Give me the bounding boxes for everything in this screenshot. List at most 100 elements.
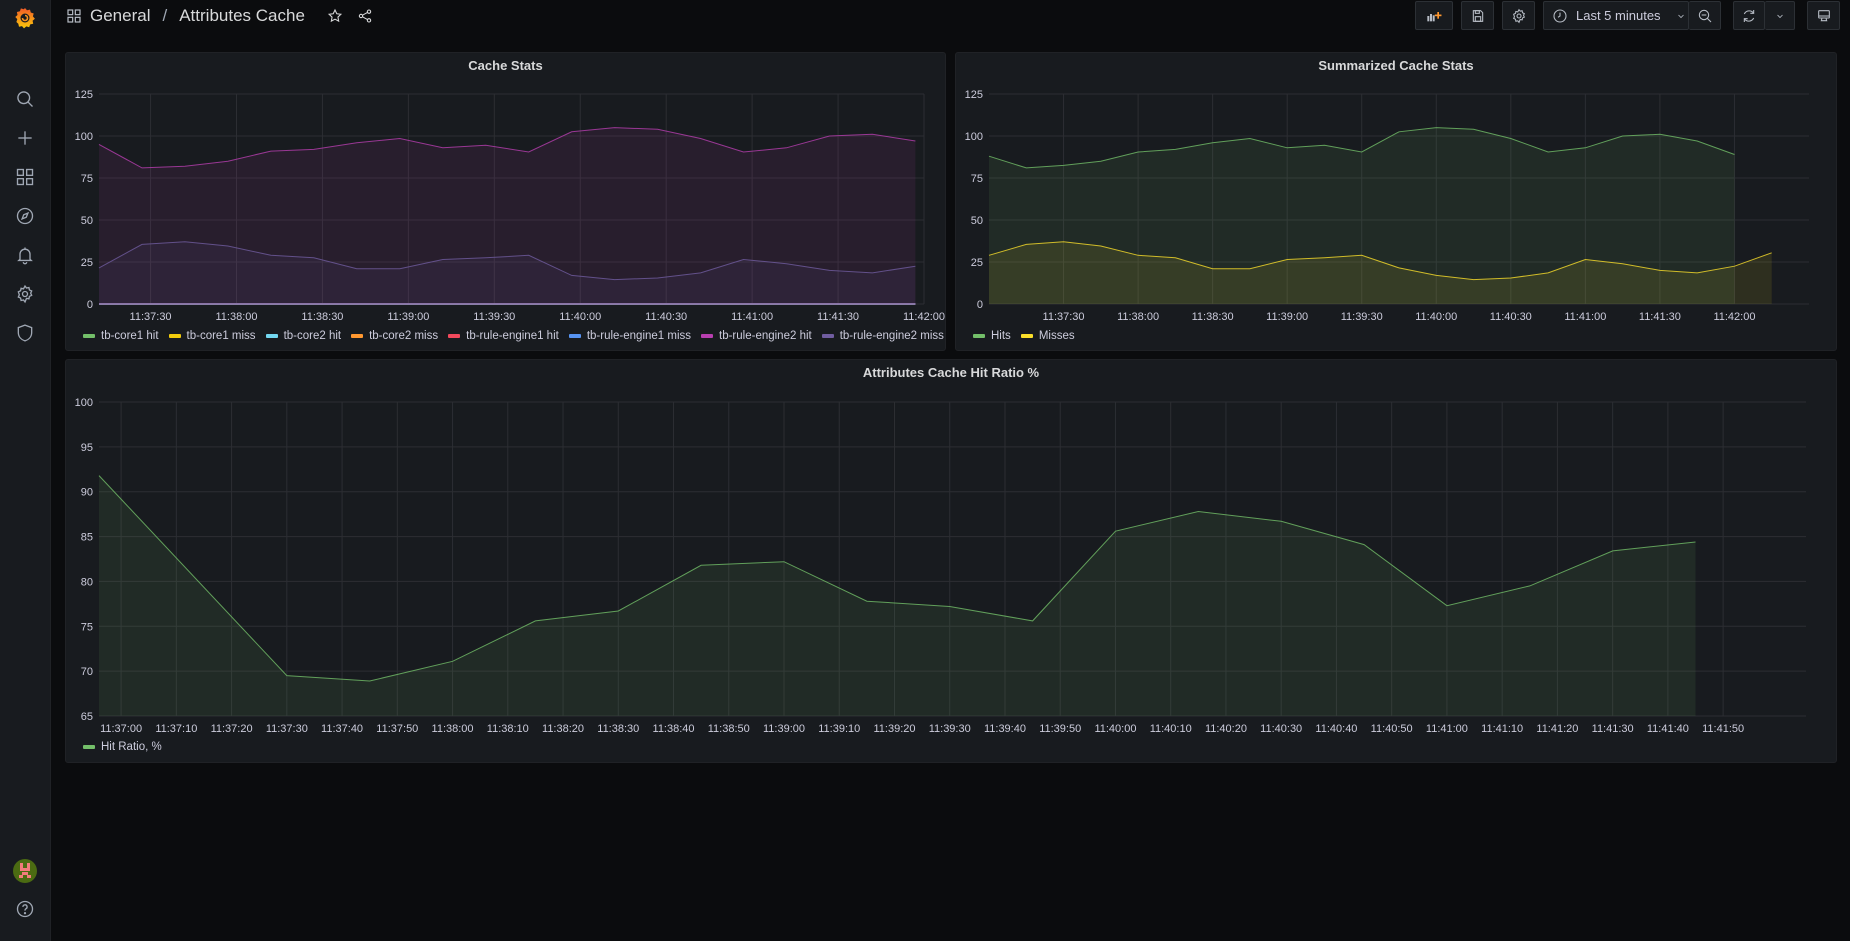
x-tick-label: 11:40:00 — [559, 311, 601, 323]
x-tick-label: 11:39:40 — [984, 723, 1026, 735]
time-picker-group: Last 5 minutes — [1543, 1, 1721, 30]
legend-item[interactable]: tb-rule-engine2 miss — [821, 330, 944, 342]
x-tick-label: 11:39:10 — [818, 723, 860, 735]
add-panel-button[interactable] — [1415, 1, 1453, 30]
x-tick-label: 11:40:00 — [1094, 723, 1136, 735]
x-tick-label: 11:38:00 — [215, 311, 257, 323]
y-tick-label: 100 — [75, 131, 93, 143]
star-icon[interactable] — [327, 8, 343, 24]
legend-swatch — [351, 334, 364, 338]
legend-swatch — [83, 334, 95, 338]
panel-summarized-cache-stats: Summarized Cache Stats 0 25 50 75 100 125 11:3… — [955, 52, 1837, 351]
x-tick-label: 11:37:30 — [130, 311, 172, 323]
top-bar: General / Attributes Cache Last 5 minute… — [52, 0, 1850, 40]
zoom-out-button[interactable] — [1689, 1, 1721, 30]
legend-item[interactable]: tb-rule-engine2 hit — [701, 330, 812, 342]
bell-icon[interactable] — [12, 242, 38, 268]
share-icon[interactable] — [357, 8, 373, 24]
y-tick-label: 25 — [81, 257, 93, 269]
x-tick-label: 11:38:30 — [301, 311, 343, 323]
y-tick-label: 65 — [81, 711, 93, 723]
panel-hit-ratio: Attributes Cache Hit Ratio % 65 70 75 80 85 9… — [65, 359, 1837, 763]
y-tick-label: 80 — [81, 576, 93, 588]
chart-legend: Hits Misses — [973, 330, 1075, 342]
explore-icon[interactable] — [12, 203, 38, 229]
chart-legend: tb-core1 hit tb-core1 miss tb-core2 hit tb-… — [83, 330, 944, 342]
shield-icon[interactable] — [12, 320, 38, 346]
panel-cache-stats: Cache Stats 0 25 50 75 100 125 11:37:30 11:38:0… — [65, 52, 946, 351]
dashboards-icon[interactable] — [12, 164, 38, 190]
x-tick-label: 11:38:00 — [432, 723, 474, 735]
tv-mode-button[interactable] — [1807, 1, 1840, 30]
x-tick-label: 11:40:00 — [1415, 311, 1457, 323]
dashboards-grid-icon — [66, 8, 82, 24]
dashboard-settings-button[interactable] — [1502, 1, 1535, 30]
x-tick-label: 11:39:20 — [873, 723, 915, 735]
x-tick-label: 11:41:30 — [1592, 723, 1634, 735]
chart-legend: Hit Ratio, % — [83, 741, 162, 753]
legend-label: Hit Ratio, % — [101, 741, 162, 753]
legend-label: tb-rule-engine2 miss — [839, 330, 944, 342]
x-tick-label: 11:40:50 — [1371, 723, 1413, 735]
x-tick-label: 11:38:30 — [597, 723, 639, 735]
x-tick-label: 11:40:30 — [1490, 311, 1532, 323]
legend-swatch — [568, 334, 581, 338]
dashboard-title[interactable]: Attributes Cache — [179, 6, 305, 26]
x-tick-label: 11:37:50 — [376, 723, 418, 735]
legend-item[interactable]: tb-core2 hit — [265, 330, 341, 342]
x-tick-label: 11:37:00 — [100, 723, 142, 735]
y-tick-label: 50 — [81, 215, 93, 227]
help-icon[interactable] — [12, 896, 38, 922]
legend-item[interactable]: Hit Ratio, % — [83, 741, 162, 753]
y-tick-label: 75 — [81, 621, 93, 633]
user-avatar[interactable] — [12, 858, 38, 884]
gear-icon[interactable] — [12, 281, 38, 307]
legend-item[interactable]: tb-core2 miss — [351, 330, 438, 342]
legend-swatch — [1020, 334, 1033, 338]
refresh-interval-dropdown[interactable] — [1765, 1, 1795, 30]
breadcrumb: General / Attributes Cache — [66, 4, 373, 28]
x-tick-label: 11:41:00 — [1426, 723, 1468, 735]
x-tick-label: 11:42:00 — [1713, 311, 1755, 323]
legend-label: tb-core1 miss — [186, 330, 256, 342]
y-tick-label: 75 — [81, 173, 93, 185]
save-dashboard-button[interactable] — [1461, 1, 1494, 30]
x-tick-label: 11:41:50 — [1702, 723, 1744, 735]
x-tick-label: 11:39:30 — [929, 723, 971, 735]
legend-label: tb-core2 miss — [369, 330, 439, 342]
x-tick-label: 11:39:00 — [1266, 311, 1308, 323]
legend-item[interactable]: Hits — [973, 330, 1011, 342]
grafana-logo-icon[interactable] — [12, 5, 38, 31]
legend-swatch — [168, 334, 181, 338]
legend-label: tb-rule-engine1 miss — [586, 330, 692, 342]
refresh-button[interactable] — [1733, 1, 1765, 30]
legend-label: tb-rule-engine1 hit — [466, 330, 559, 342]
legend-swatch — [265, 334, 278, 338]
x-tick-label: 11:37:30 — [266, 723, 308, 735]
x-tick-label: 11:39:50 — [1039, 723, 1081, 735]
legend-label: tb-rule-engine2 hit — [719, 330, 812, 342]
legend-item[interactable]: tb-rule-engine1 miss — [568, 330, 692, 342]
plus-icon[interactable] — [12, 125, 38, 151]
clock-icon — [1552, 8, 1568, 24]
time-range-label: Last 5 minutes — [1576, 8, 1661, 23]
cache-stats-chart[interactable]: 0 25 50 75 100 125 11:37:30 11:38:00 11:38:30 11:… — [66, 53, 947, 352]
time-range-picker[interactable]: Last 5 minutes — [1543, 1, 1689, 30]
legend-item[interactable]: tb-core1 hit — [83, 330, 159, 342]
legend-item[interactable]: Misses — [1020, 330, 1075, 342]
legend-label: tb-core1 hit — [101, 330, 159, 342]
hit-ratio-chart[interactable]: 65 70 75 80 85 90 95 100 11:37:00 11:37:10 11:37:2… — [66, 360, 1838, 764]
legend-item[interactable]: tb-rule-engine1 hit — [448, 330, 559, 342]
y-tick-label: 0 — [977, 299, 983, 311]
search-icon[interactable] — [12, 86, 38, 112]
breadcrumb-folder[interactable]: General — [90, 6, 150, 26]
y-tick-label: 90 — [81, 487, 93, 499]
x-tick-label: 11:39:30 — [1341, 311, 1383, 323]
x-tick-label: 11:38:20 — [542, 723, 584, 735]
x-tick-label: 11:41:00 — [1564, 311, 1606, 323]
y-tick-label: 25 — [971, 257, 983, 269]
x-tick-label: 11:37:20 — [211, 723, 253, 735]
x-tick-label: 11:40:40 — [1315, 723, 1357, 735]
legend-item[interactable]: tb-core1 miss — [168, 330, 256, 342]
summarized-cache-stats-chart[interactable]: 0 25 50 75 100 125 11:37:30 11:38:00 11:38:30 11:… — [956, 53, 1838, 352]
